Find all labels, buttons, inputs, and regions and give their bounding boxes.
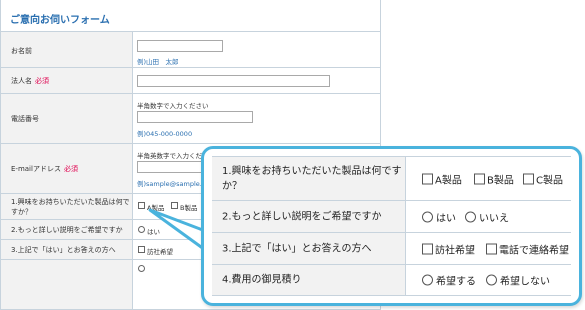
q1-option-c[interactable]: C製品 (523, 171, 563, 186)
phone-label: 電話番号 (11, 115, 39, 123)
callout-row-q1: 1.興味をお持ちいただいた製品は何ですか？ A製品 B製品 C製品 (212, 156, 571, 200)
required-mark: 必須 (63, 165, 78, 173)
checkbox-phone[interactable] (486, 243, 497, 254)
phone-field[interactable] (137, 111, 253, 123)
checkbox-visit[interactable] (422, 243, 433, 254)
zoom-callout: 1.興味をお持ちいただいた製品は何ですか？ A製品 B製品 C製品 2.もっと詳… (201, 146, 582, 306)
radio-not-want[interactable] (486, 274, 497, 286)
q4-radio-yes[interactable] (138, 265, 145, 272)
form-title: ご意向お伺いフォーム (10, 15, 110, 26)
callout-row-q4: 4.費用の御見積り 希望する 希望しない (212, 264, 571, 296)
company-field[interactable] (137, 75, 330, 87)
checkbox-b[interactable] (474, 173, 485, 184)
checkbox-c[interactable] (523, 173, 534, 184)
q1-label: 1.興味をお持ちいただいた製品は何で すか？ (11, 198, 130, 216)
q4-option-yes[interactable]: 希望する (422, 273, 476, 288)
q2-option-yes: はい (147, 228, 160, 236)
callout-q1-label: 1.興味をお持ちいただいた製品は何ですか？ (222, 165, 402, 192)
q2-label: 2.もっと詳しい説明をご希望ですか (11, 226, 123, 234)
callout-q2-label: 2.もっと詳しい説明をご希望ですか (222, 211, 382, 222)
q1-checkbox-a[interactable] (138, 202, 145, 209)
email-label: E-mailアドレス 必須 (11, 165, 78, 173)
phone-hint: 半角数字で入力ください (137, 102, 209, 110)
q2-option-yes[interactable]: はい (422, 209, 456, 224)
form-row-company: 法人名 必須 (1, 68, 380, 94)
q3-checkbox-visit[interactable] (138, 246, 145, 253)
q1-option-a: A製品 (147, 204, 165, 212)
callout-row-q2: 2.もっと詳しい説明をご希望ですか はい いいえ (212, 200, 571, 232)
q1-option-b: B製品 (180, 204, 198, 212)
name-example: 例)山田 太郎 (137, 58, 179, 66)
callout-q3-label: 3.上記で「はい」とお答えの方へ (222, 243, 372, 254)
phone-example: 例)045-000-0000 (137, 130, 193, 138)
name-label: お名前 (11, 47, 32, 55)
q3-option-visit[interactable]: 訪社希望 (422, 241, 475, 256)
q3-option-phone[interactable]: 電話で連絡希望 (486, 241, 569, 256)
q1-option-b[interactable]: B製品 (474, 171, 514, 186)
q1-checkbox-b[interactable] (171, 202, 178, 209)
q3-label: 3.上記で「はい」とお答えの方へ (11, 246, 116, 254)
checkbox-a[interactable] (422, 173, 433, 184)
radio-want[interactable] (422, 274, 433, 286)
q4-option-no[interactable]: 希望しない (486, 273, 550, 288)
callout-row-q3: 3.上記で「はい」とお答えの方へ 訪社希望 電話で連絡希望 (212, 232, 571, 264)
radio-no[interactable] (465, 211, 476, 222)
company-label: 法人名 必須 (11, 77, 49, 85)
q1-option-a[interactable]: A製品 (422, 171, 462, 186)
q3-option-visit: 訪社希望 (147, 248, 173, 256)
required-mark: 必須 (35, 77, 49, 85)
radio-yes[interactable] (422, 211, 433, 222)
callout-q4-label: 4.費用の御見積り (222, 274, 302, 286)
name-field[interactable] (137, 40, 223, 52)
form-row-phone: 電話番号 半角数字で入力ください 例)045-000-0000 (1, 94, 380, 144)
form-row-name: お名前 例)山田 太郎 (1, 32, 380, 68)
q2-radio-yes[interactable] (138, 226, 145, 233)
q2-option-no[interactable]: いいえ (465, 209, 509, 224)
